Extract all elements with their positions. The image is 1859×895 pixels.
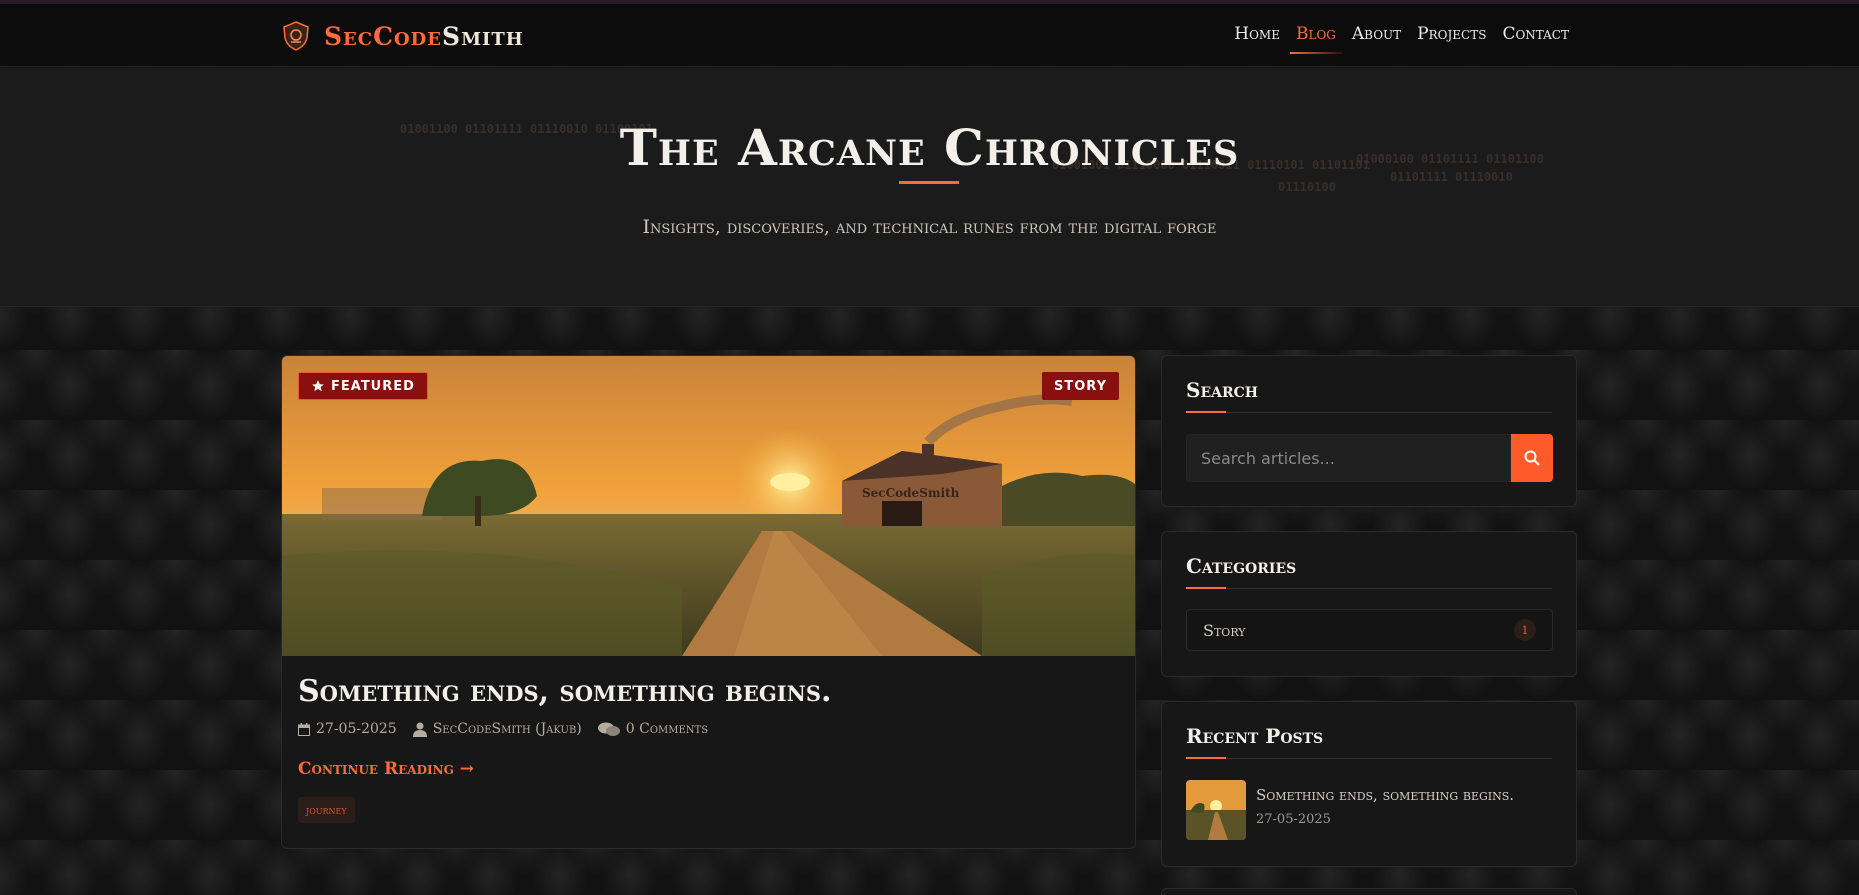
search-icon: [1524, 450, 1540, 466]
post-comments-text: 0 Comments: [625, 721, 709, 737]
shield-logo-icon: [283, 21, 309, 51]
nav-about[interactable]: About: [1352, 24, 1401, 52]
tag-journey[interactable]: journey: [298, 797, 355, 823]
category-count: 1: [1514, 619, 1536, 641]
navbar: SecCodeSmith Home Blog About Projects Co…: [0, 4, 1859, 67]
title-underline: [899, 181, 959, 184]
brand-name: SecCodeSmith: [324, 22, 524, 51]
brand[interactable]: SecCodeSmith: [280, 20, 524, 52]
post-cover-image[interactable]: SecCodeSmith: [282, 356, 1136, 656]
post-title[interactable]: Something ends, something begins.: [298, 674, 831, 709]
widget-divider: [1186, 757, 1552, 759]
category-badge[interactable]: STORY: [1042, 372, 1119, 400]
featured-label: FEATURED: [331, 378, 415, 394]
nav-contact[interactable]: Contact: [1502, 24, 1569, 52]
search-widget-title: Search: [1186, 378, 1258, 402]
recent-post-text: Something ends, something begins. 27-05-…: [1256, 780, 1514, 840]
recent-post-item[interactable]: Something ends, something begins. 27-05-…: [1186, 780, 1514, 840]
widget-divider: [1186, 411, 1552, 413]
recent-post-date: 27-05-2025: [1256, 812, 1331, 827]
categories-widget: Categories Story 1: [1161, 531, 1577, 677]
category-item-story[interactable]: Story 1: [1186, 609, 1553, 651]
categories-widget-title: Categories: [1186, 554, 1297, 578]
post-date: 27-05-2025: [298, 721, 397, 737]
next-widget: [1161, 888, 1577, 895]
page-title: The Arcane Chronicles: [619, 118, 1240, 177]
recent-post-thumbnail: [1186, 780, 1246, 840]
featured-badge: FEATURED: [298, 372, 428, 400]
comments-icon: [597, 722, 620, 736]
nav-links: Home Blog About Projects Contact: [1234, 24, 1569, 54]
page-subtitle: Insights, discoveries, and technical run…: [642, 216, 1217, 238]
nav-projects[interactable]: Projects: [1417, 24, 1486, 52]
post-date-text: 27-05-2025: [316, 721, 397, 737]
user-icon: [412, 722, 427, 737]
hero: 01001100 01101111 01110010 01100101 0100…: [0, 68, 1859, 307]
featured-post-card: SecCodeSmith FEATURED STORY Something en…: [281, 355, 1136, 849]
nav-home[interactable]: Home: [1234, 24, 1280, 52]
post-meta: 27-05-2025 SecCodeSmith (Jakub) 0 Commen…: [298, 721, 708, 737]
search-button[interactable]: [1511, 434, 1553, 482]
star-icon: [312, 380, 324, 392]
image-watermark: SecCodeSmith: [862, 486, 960, 500]
recent-post-title[interactable]: Something ends, something begins.: [1256, 786, 1514, 804]
continue-reading-link[interactable]: Continue Reading →: [298, 759, 474, 779]
recent-posts-widget: Recent Posts Something ends, something b…: [1161, 701, 1577, 867]
recent-posts-widget-title: Recent Posts: [1186, 724, 1324, 748]
brand-name-part1: SecCode: [324, 21, 443, 51]
post-author[interactable]: SecCodeSmith (Jakub): [412, 721, 582, 737]
post-comments[interactable]: 0 Comments: [597, 721, 709, 737]
widget-divider: [1186, 587, 1552, 589]
category-label: Story: [1203, 620, 1246, 640]
brand-name-part2: Smith: [442, 21, 524, 51]
nav-blog[interactable]: Blog: [1290, 24, 1342, 54]
binary-decoration: 01110100: [1278, 180, 1336, 194]
search-widget: Search Search articles...: [1161, 355, 1577, 507]
search-placeholder: Search articles...: [1201, 448, 1335, 468]
calendar-icon: [298, 722, 310, 736]
search-input[interactable]: Search articles...: [1186, 434, 1511, 482]
post-author-text: SecCodeSmith (Jakub): [432, 721, 582, 737]
